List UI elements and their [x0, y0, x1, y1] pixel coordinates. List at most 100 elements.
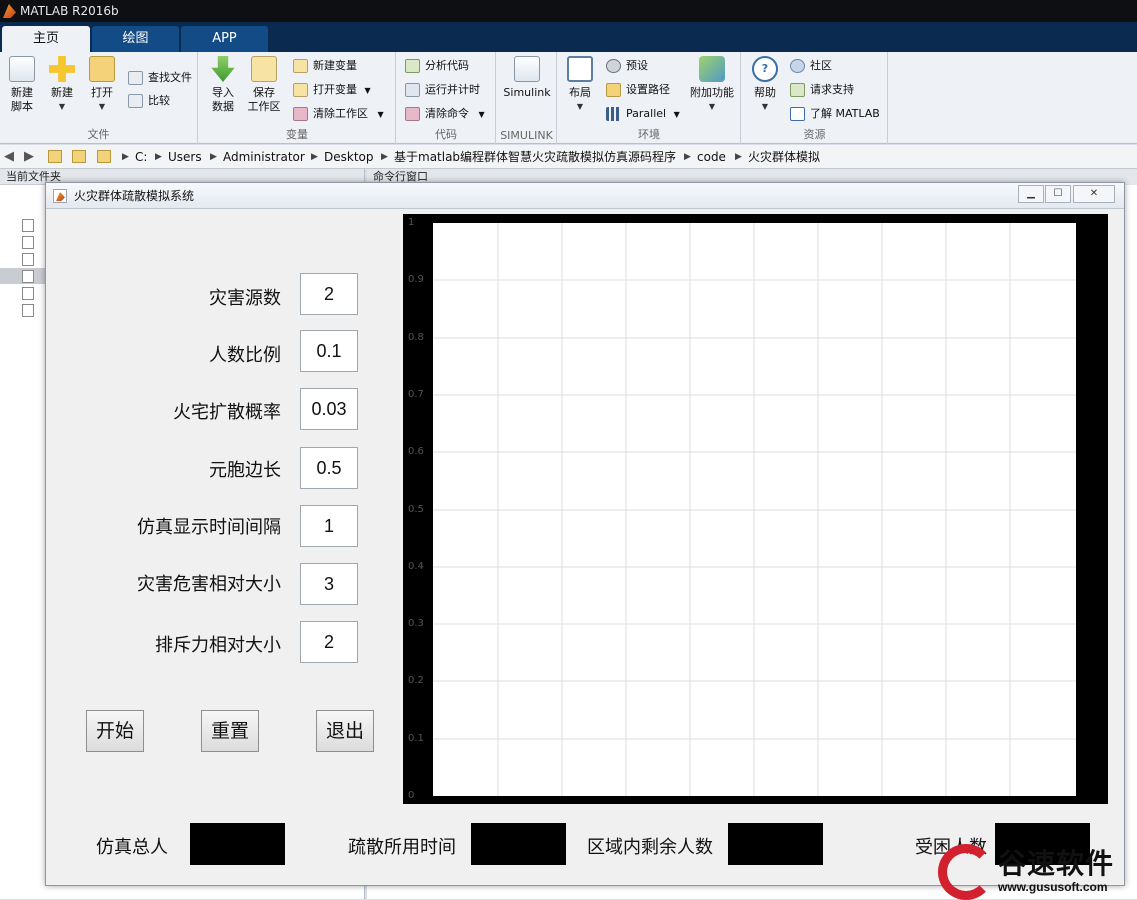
find-files-button[interactable]: 查找文件 [128, 68, 192, 88]
path-separator-icon: ▶ [735, 152, 742, 162]
chevron-down-icon: ▼ [673, 110, 680, 119]
y-tick-label: 0.3 [408, 618, 424, 629]
ribbon-group-environment: 布局 ▼ 预设 设置路径 Parallel ▼ 附加功能 ▼ 环境 [558, 52, 741, 144]
clear-commands-icon [405, 107, 420, 121]
file-icon[interactable] [22, 304, 34, 317]
new-script-icon [9, 56, 35, 82]
chevron-down-icon: ▼ [58, 102, 66, 111]
chevron-down-icon: ▼ [478, 110, 485, 119]
open-variable-button[interactable]: 打开变量 ▼ [293, 80, 371, 100]
ribbon-group-label: 环境 [638, 128, 660, 141]
crumb-users[interactable]: Users [168, 145, 202, 169]
tab-apps[interactable]: APP [181, 26, 268, 52]
save-workspace-button[interactable]: 保存 工作区 [245, 56, 283, 114]
param-input-fire-spread-prob[interactable]: 0.03 [300, 388, 358, 430]
close-button[interactable]: ✕ [1073, 185, 1115, 203]
param-input-hazard-size[interactable]: 3 [300, 563, 358, 605]
clear-workspace-button[interactable]: 清除工作区 ▼ [293, 104, 384, 124]
browse-folder-icon[interactable] [72, 150, 86, 163]
back-icon[interactable]: ◀ [4, 145, 14, 169]
param-label-hazard-size: 灾害危害相对大小 [137, 574, 281, 595]
set-path-button[interactable]: 设置路径 [606, 80, 670, 100]
watermark-url: www.gususoft.com [998, 880, 1108, 894]
folder-icon [97, 150, 111, 163]
file-icon[interactable] [22, 219, 34, 232]
clear-commands-button[interactable]: 清除命令 ▼ [405, 104, 485, 124]
new-variable-button[interactable]: 新建变量 [293, 56, 357, 76]
file-icon[interactable] [22, 270, 34, 283]
param-input-display-interval[interactable]: 1 [300, 505, 358, 547]
find-files-icon [128, 71, 143, 85]
path-separator-icon: ▶ [122, 152, 129, 162]
path-separator-icon: ▶ [381, 152, 388, 162]
figure-title: 火灾群体疏散模拟系统 [74, 189, 195, 203]
simulation-axes[interactable] [433, 223, 1076, 796]
new-variable-icon [293, 59, 308, 73]
total-people-label: 仿真总人 [96, 837, 168, 858]
crumb-desktop[interactable]: Desktop [324, 145, 374, 169]
ribbon-tab-strip: 主页 绘图 APP [0, 22, 1137, 52]
community-button[interactable]: 社区 [790, 56, 832, 76]
tab-plots[interactable]: 绘图 [92, 26, 179, 52]
analyze-code-button[interactable]: 分析代码 [405, 56, 469, 76]
support-icon [790, 83, 805, 97]
ribbon-group-label: 资源 [803, 128, 826, 141]
layout-icon [567, 56, 593, 82]
y-tick-label: 0.2 [408, 675, 424, 686]
start-button[interactable]: 开始 [86, 710, 144, 752]
help-button[interactable]: ? 帮助 ▼ [746, 56, 784, 114]
run-and-time-icon [405, 83, 420, 97]
simulink-button[interactable]: Simulink [502, 56, 552, 100]
new-button[interactable]: 新建 ▼ [43, 56, 81, 114]
param-input-people-ratio[interactable]: 0.1 [300, 330, 358, 372]
path-separator-icon: ▶ [684, 152, 691, 162]
up-folder-icon[interactable] [48, 150, 62, 163]
file-icon[interactable] [22, 287, 34, 300]
param-input-cell-size[interactable]: 0.5 [300, 447, 358, 489]
plus-icon [49, 56, 75, 82]
crumb-code[interactable]: code [697, 145, 726, 169]
total-people-output [190, 823, 285, 865]
compare-icon [128, 94, 143, 108]
file-icon[interactable] [22, 253, 34, 266]
forward-icon[interactable]: ▶ [24, 145, 34, 169]
crumb-project[interactable]: 基于matlab编程群体智慧火灾疏散模拟仿真源码程序 [394, 145, 676, 169]
addons-button[interactable]: 附加功能 ▼ [686, 56, 738, 114]
ribbon-group-label: 代码 [435, 128, 457, 141]
param-label-cell-size: 元胞边长 [209, 460, 281, 481]
addons-icon [699, 56, 725, 82]
param-label-disaster-sources: 灾害源数 [209, 288, 281, 309]
crumb-drive[interactable]: C: [135, 145, 147, 169]
preferences-button[interactable]: 预设 [606, 56, 648, 76]
param-label-fire-spread-prob: 火宅扩散概率 [173, 402, 281, 423]
crumb-current[interactable]: 火灾群体模拟 [748, 145, 820, 169]
file-icon[interactable] [22, 236, 34, 249]
open-button[interactable]: 打开 ▼ [83, 56, 121, 114]
import-arrow-icon [211, 56, 235, 82]
maximize-button[interactable]: ☐ [1045, 185, 1071, 203]
learn-matlab-icon [790, 107, 805, 121]
remaining-label: 区域内剩余人数 [587, 837, 713, 858]
run-and-time-button[interactable]: 运行并计时 [405, 80, 480, 100]
path-separator-icon: ▶ [210, 152, 217, 162]
parallel-button[interactable]: Parallel ▼ [606, 104, 680, 124]
ribbon-group-label: SIMULINK [500, 129, 553, 142]
layout-button[interactable]: 布局 ▼ [561, 56, 599, 114]
chevron-down-icon: ▼ [708, 102, 716, 111]
param-input-repulsion-size[interactable]: 2 [300, 621, 358, 663]
ribbon-group-resources: ? 帮助 ▼ 社区 请求支持 了解 MATLAB 资源 [742, 52, 888, 144]
request-support-button[interactable]: 请求支持 [790, 80, 854, 100]
exit-button[interactable]: 退出 [316, 710, 374, 752]
learn-matlab-button[interactable]: 了解 MATLAB [790, 104, 880, 124]
reset-button[interactable]: 重置 [201, 710, 259, 752]
crumb-administrator[interactable]: Administrator [223, 145, 305, 169]
evac-time-label: 疏散所用时间 [348, 837, 456, 858]
compare-button[interactable]: 比较 [128, 91, 170, 111]
param-input-disaster-sources[interactable]: 2 [300, 273, 358, 315]
import-data-button[interactable]: 导入 数据 [204, 56, 242, 114]
param-label-display-interval: 仿真显示时间间隔 [137, 517, 281, 538]
minimize-button[interactable]: ▁ [1018, 185, 1044, 203]
y-tick-label: 0.7 [408, 389, 424, 400]
tab-home[interactable]: 主页 [2, 26, 90, 52]
new-script-button[interactable]: 新建 脚本 [3, 56, 41, 114]
